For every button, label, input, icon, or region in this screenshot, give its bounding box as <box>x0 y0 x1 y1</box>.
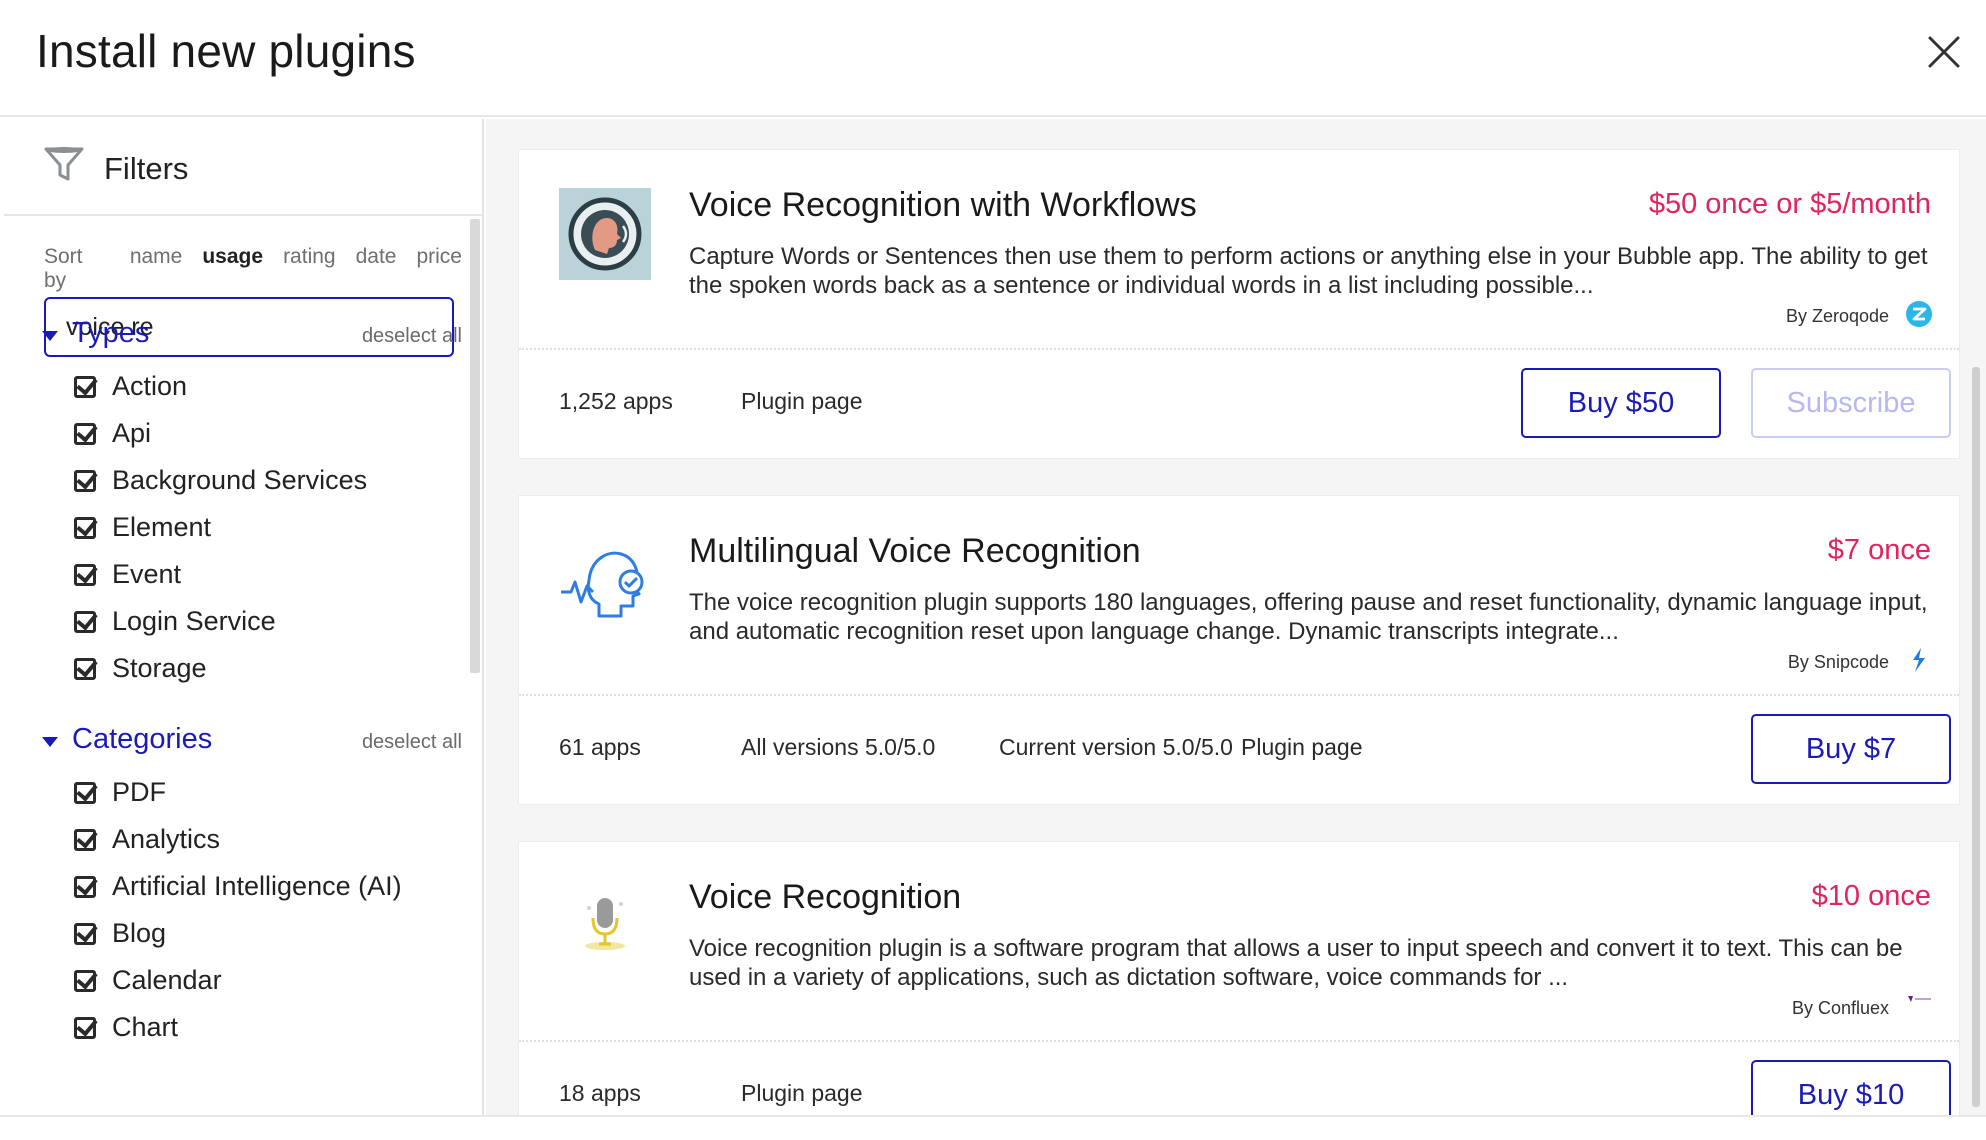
checkbox-label: Event <box>112 559 182 589</box>
checkbox-checked-icon[interactable] <box>74 781 96 804</box>
sort-option-date[interactable]: date <box>356 245 397 269</box>
type-checkbox-action[interactable]: Action <box>42 363 462 410</box>
subscribe-button[interactable]: Subscribe <box>1751 368 1951 438</box>
category-checkbox-pdf[interactable]: PDF <box>42 769 462 816</box>
checkbox-checked-icon[interactable] <box>74 422 96 445</box>
plugin-title[interactable]: Voice Recognition <box>689 878 961 917</box>
snipcode-logo-icon <box>1913 648 1925 672</box>
plugin-card: Voice Recognition with Workflows $50 onc… <box>518 149 1960 459</box>
checkbox-checked-icon[interactable] <box>74 469 96 492</box>
buy-button[interactable]: Buy $50 <box>1521 368 1721 438</box>
checkbox-label: Element <box>112 512 212 542</box>
plugin-card: Multilingual Voice Recognition $7 once T… <box>518 495 1960 805</box>
plugin-author[interactable]: By Confluex <box>1792 998 1889 1019</box>
checkbox-label: PDF <box>112 777 166 807</box>
filters-sidebar: Filters Sort by name usage rating date p… <box>4 119 484 1115</box>
plugin-app-count: 18 apps <box>559 1080 641 1106</box>
voice-head-thumbnail-icon <box>559 188 651 280</box>
plugin-title[interactable]: Voice Recognition with Workflows <box>689 186 1197 225</box>
close-icon[interactable] <box>1924 32 1964 72</box>
categories-title[interactable]: Categories <box>72 723 212 756</box>
plugin-all-versions-rating: All versions 5.0/5.0 <box>741 734 936 760</box>
sort-option-rating[interactable]: rating <box>283 245 336 269</box>
category-checkbox-chart[interactable]: Chart <box>42 1004 462 1051</box>
types-group: Types deselect all Action Api Background… <box>42 317 462 692</box>
checkbox-label: Artificial Intelligence (AI) <box>112 871 402 901</box>
zeroqode-logo-icon <box>1906 301 1932 327</box>
plugin-author[interactable]: By Zeroqode <box>1786 306 1889 327</box>
checkbox-checked-icon[interactable] <box>74 969 96 992</box>
microphone-icon <box>585 898 625 950</box>
checkbox-label: Blog <box>112 918 167 948</box>
types-title[interactable]: Types <box>72 317 149 350</box>
checkbox-checked-icon[interactable] <box>74 516 96 539</box>
plugin-price: $10 once <box>1811 880 1931 912</box>
checkbox-checked-icon[interactable] <box>74 1016 96 1039</box>
checkbox-checked-icon[interactable] <box>74 875 96 898</box>
buy-button[interactable]: Buy $7 <box>1751 714 1951 784</box>
plugin-title[interactable]: Multilingual Voice Recognition <box>689 532 1141 571</box>
types-deselect-all[interactable]: deselect all <box>362 325 462 348</box>
plugin-author[interactable]: By Snipcode <box>1788 652 1889 673</box>
checkbox-checked-icon[interactable] <box>74 610 96 633</box>
sort-option-price[interactable]: price <box>416 245 462 269</box>
category-checkbox-analytics[interactable]: Analytics <box>42 816 462 863</box>
voice-recognition-head-icon <box>561 551 644 618</box>
caret-down-icon[interactable] <box>42 331 58 341</box>
sort-option-name[interactable]: name <box>130 245 183 269</box>
plugin-price: $7 once <box>1827 534 1931 566</box>
modal-header: Install new plugins <box>0 0 1986 117</box>
plugin-page-link[interactable]: Plugin page <box>741 1080 863 1107</box>
type-checkbox-element[interactable]: Element <box>42 504 462 551</box>
checkbox-checked-icon[interactable] <box>74 657 96 680</box>
type-checkbox-api[interactable]: Api <box>42 410 462 457</box>
checkbox-checked-icon[interactable] <box>74 922 96 945</box>
checkbox-label: Calendar <box>112 965 222 995</box>
plugin-price: $50 once or $5/month <box>1648 188 1931 220</box>
plugin-description: The voice recognition plugin supports 18… <box>689 589 1928 645</box>
type-checkbox-background-services[interactable]: Background Services <box>42 457 462 504</box>
filters-label: Filters <box>104 151 189 186</box>
plugin-description: Voice recognition plugin is a software p… <box>689 935 1903 991</box>
category-checkbox-calendar[interactable]: Calendar <box>42 957 462 1004</box>
caret-down-icon[interactable] <box>42 737 58 747</box>
plugin-app-count: 61 apps <box>559 734 641 760</box>
results-scrollbar[interactable] <box>1972 367 1980 1107</box>
sort-row: Sort by name usage rating date price <box>44 245 482 293</box>
plugin-app-count: 1,252 apps <box>559 388 673 414</box>
plugin-current-version-rating: Current version 5.0/5.0 <box>999 734 1233 760</box>
plugin-results: Voice Recognition with Workflows $50 onc… <box>486 119 1986 1115</box>
sort-label: Sort by <box>44 245 83 292</box>
type-checkbox-login-service[interactable]: Login Service <box>42 598 462 645</box>
checkbox-checked-icon[interactable] <box>74 375 96 398</box>
checkbox-label: Action <box>112 371 188 401</box>
checkbox-checked-icon[interactable] <box>74 828 96 851</box>
filter-funnel-icon <box>44 147 84 181</box>
filters-header: Filters <box>4 119 482 216</box>
plugin-page-link[interactable]: Plugin page <box>1241 734 1363 761</box>
checkbox-label: Api <box>112 418 152 448</box>
category-checkbox-ai[interactable]: Artificial Intelligence (AI) <box>42 863 462 910</box>
categories-deselect-all[interactable]: deselect all <box>362 731 462 754</box>
checkbox-label: Background Services <box>112 465 368 495</box>
page-title: Install new plugins <box>36 25 416 77</box>
type-checkbox-storage[interactable]: Storage <box>42 645 462 692</box>
checkbox-label: Login Service <box>112 606 276 636</box>
checkbox-checked-icon[interactable] <box>74 563 96 586</box>
modal-footer <box>0 1115 1986 1140</box>
plugin-page-link[interactable]: Plugin page <box>741 388 863 415</box>
buy-button[interactable]: Buy $10 <box>1751 1060 1951 1115</box>
plugin-description: Capture Words or Sentences then use them… <box>689 243 1928 299</box>
checkbox-label: Analytics <box>112 824 221 854</box>
checkbox-label: Storage <box>112 653 207 683</box>
confluex-logo-icon <box>1908 996 1931 1002</box>
checkbox-label: Chart <box>112 1012 179 1042</box>
categories-group: Categories deselect all PDF Analytics Ar… <box>42 723 462 1051</box>
type-checkbox-event[interactable]: Event <box>42 551 462 598</box>
sort-option-usage[interactable]: usage <box>202 245 263 269</box>
plugin-card: Voice Recognition $10 once Voice recogni… <box>518 841 1960 1115</box>
category-checkbox-blog[interactable]: Blog <box>42 910 462 957</box>
